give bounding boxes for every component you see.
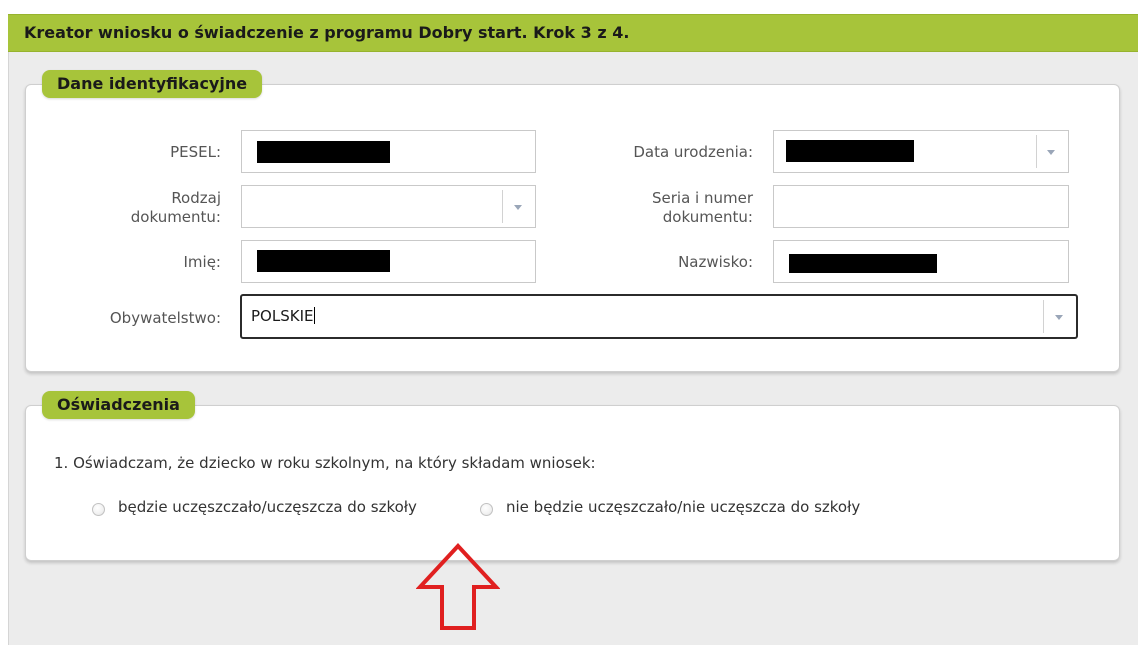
citizenship-dropdown-separator	[1043, 300, 1044, 333]
document-number-label-line2: dokumentu:	[662, 208, 753, 226]
page: Kreator wniosku o świadczenie z programu…	[0, 0, 1138, 645]
first-name-label: Imię:	[183, 253, 222, 271]
first-name-redaction	[257, 250, 390, 272]
radio-not-attends-school[interactable]	[480, 503, 493, 516]
birth-date-label: Data urodzenia:	[633, 143, 753, 161]
birth-date-picker[interactable]	[773, 130, 1069, 173]
last-name-label: Nazwisko:	[678, 253, 753, 271]
document-type-label: Rodzaj dokumentu:	[60, 189, 221, 227]
chevron-down-icon[interactable]	[1047, 150, 1055, 155]
statement-1-text: 1. Oświadczam, że dziecko w roku szkolny…	[54, 454, 596, 472]
document-type-label-line1: Rodzaj	[171, 189, 221, 207]
wizard-header: Kreator wniosku o świadczenie z programu…	[8, 14, 1138, 52]
pesel-field[interactable]	[241, 130, 536, 173]
radio-not-attends-school-label[interactable]: nie będzie uczęszczało/nie uczęszcza do …	[506, 498, 860, 516]
last-name-field[interactable]	[773, 240, 1069, 283]
radio-attends-school-label[interactable]: będzie uczęszczało/uczęszcza do szkoły	[118, 498, 417, 516]
document-number-field[interactable]	[773, 185, 1069, 228]
document-type-label-line2: dokumentu:	[130, 208, 221, 226]
statements-panel	[25, 405, 1120, 561]
pesel-redaction	[257, 141, 390, 163]
chevron-down-icon[interactable]	[1055, 315, 1063, 320]
wizard-title: Kreator wniosku o świadczenie z programu…	[24, 23, 630, 42]
pesel-label: PESEL:	[170, 143, 221, 161]
document-number-label-line1: Seria i numer	[651, 189, 753, 207]
birth-date-dropdown-separator	[1036, 135, 1037, 168]
identification-panel-title: Dane identyfikacyjne	[42, 70, 263, 98]
text-cursor	[314, 307, 316, 324]
citizenship-select[interactable]: POLSKIE	[240, 294, 1078, 339]
statements-panel-title: Oświadczenia	[42, 391, 195, 419]
first-name-field[interactable]	[241, 240, 536, 283]
radio-attends-school[interactable]	[92, 503, 105, 516]
document-number-label: Seria i numer dokumentu:	[560, 189, 753, 227]
last-name-redaction	[789, 254, 937, 273]
citizenship-value: POLSKIE	[251, 307, 316, 325]
citizenship-label: Obywatelstwo:	[109, 309, 221, 327]
document-type-select[interactable]	[241, 185, 536, 228]
chevron-down-icon[interactable]	[514, 205, 522, 210]
birth-date-redaction	[786, 140, 914, 162]
up-arrow-shape	[416, 543, 500, 630]
up-arrow-icon	[416, 543, 500, 630]
document-type-dropdown-separator	[502, 190, 503, 223]
